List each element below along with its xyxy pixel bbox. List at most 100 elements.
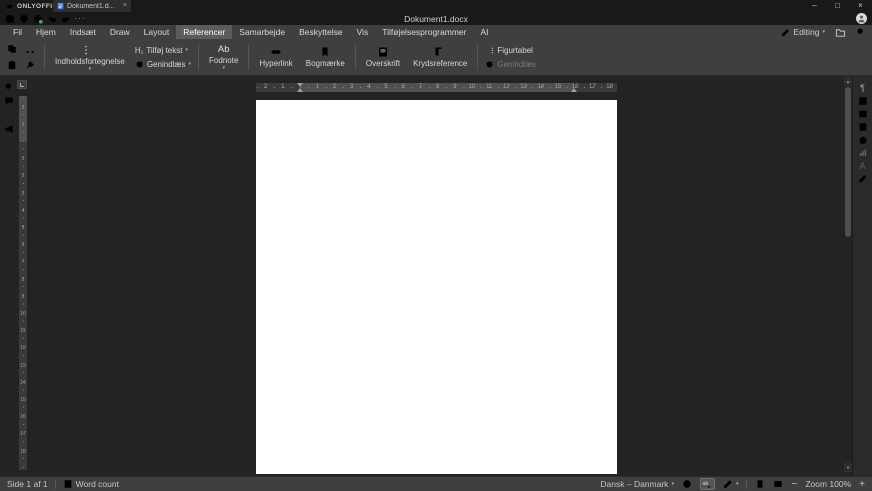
refresh-toc-label: Genindlæs [147, 60, 186, 69]
vertical-ruler[interactable]: 12123456789101112131415161718 [19, 96, 27, 470]
globe-icon [682, 479, 692, 489]
ribbon-separator [355, 44, 356, 70]
left-panel [0, 82, 17, 134]
table-settings-button[interactable] [855, 96, 871, 106]
editing-mode-button[interactable]: Editing ▾ [781, 27, 825, 37]
paste-button[interactable] [5, 58, 19, 72]
menu-tab-fil[interactable]: Fil [6, 25, 29, 39]
redo-button[interactable] [59, 12, 73, 25]
right-indent-marker[interactable] [571, 88, 577, 92]
headings-list-icon [4, 110, 14, 120]
refresh-toc-button[interactable]: Genindlæs ▾ [135, 60, 191, 69]
caption-button[interactable]: Overskrift [363, 45, 403, 69]
zoom-level[interactable]: Zoom 100% [805, 479, 851, 489]
print-button[interactable] [17, 12, 31, 25]
signature-settings-button[interactable] [855, 174, 871, 184]
text-art-settings-button[interactable]: A [855, 161, 871, 171]
document-page[interactable] [256, 100, 617, 474]
navigation-button[interactable] [0, 110, 17, 120]
paragraph-settings-button[interactable]: ¶ [855, 83, 871, 93]
scroll-up-button[interactable]: ▲ [844, 77, 852, 86]
quick-access-toolbar: Dokument1.docx ··· [0, 12, 872, 25]
zoom-in-button[interactable]: + [859, 479, 865, 490]
image-settings-button[interactable] [855, 109, 871, 119]
vertical-scrollbar[interactable]: ▲ ▼ [844, 76, 852, 476]
search-icon[interactable] [856, 27, 866, 37]
quick-print-button[interactable] [31, 12, 45, 25]
copy-button[interactable] [5, 42, 19, 56]
find-button[interactable] [0, 82, 17, 92]
ruler-number: 1 [19, 156, 27, 162]
menu-tab-vis[interactable]: Vis [350, 25, 376, 39]
comments-button[interactable] [0, 96, 17, 106]
menu-tab-tilfoejelsesprogrammer[interactable]: Tilføjelsesprogrammer [375, 25, 473, 39]
ruler-number: 3 [19, 191, 27, 197]
menu-tab-indsaet[interactable]: Indsæt [63, 25, 103, 39]
ruler-number: 9 [19, 294, 27, 300]
footnote-button[interactable]: Ab Fodnote ▾ [206, 43, 241, 71]
ruler-number: 14 [536, 83, 545, 92]
menu-tab-samarbejde[interactable]: Samarbejde [232, 25, 292, 39]
bookmark-button[interactable]: Bogmærke [303, 45, 348, 69]
user-avatar[interactable] [856, 13, 867, 24]
open-file-location-icon[interactable] [835, 27, 846, 38]
menu-tab-ai[interactable]: AI [473, 25, 495, 39]
spell-check-icon: ab [702, 479, 712, 489]
hyperlink-button[interactable]: Hyperlink [256, 45, 295, 69]
close-button[interactable]: × [849, 0, 872, 12]
language-selector[interactable]: Dansk – Danmark ▾ [600, 479, 674, 489]
editor-workspace: 12123456789101112131415161718 1212345678… [0, 76, 872, 476]
ruler-number: 12 [19, 345, 27, 351]
customize-toolbar-button[interactable]: ··· [73, 12, 87, 25]
tab-stop-selector[interactable] [17, 80, 27, 89]
ruler-number: 2 [19, 105, 27, 111]
shape-settings-button[interactable] [855, 135, 871, 145]
cross-reference-button[interactable]: Krydsreference [410, 45, 470, 69]
scroll-down-button[interactable]: ▼ [844, 463, 852, 472]
ruler-number: 13 [519, 83, 528, 92]
chart-settings-button[interactable] [855, 148, 871, 158]
add-text-button[interactable]: H₁ Tilføj tekst ▾ [135, 46, 191, 55]
scroll-up-icon: ▲ [846, 79, 850, 84]
hanging-indent-marker[interactable] [297, 88, 303, 92]
scrollbar-thumb[interactable] [845, 87, 851, 237]
ruler-number: 14 [19, 380, 27, 386]
fit-to-page-button[interactable] [755, 479, 765, 489]
refresh-figures-button[interactable]: Genindlæs [485, 60, 536, 69]
format-painter-button[interactable] [23, 58, 37, 72]
menu-tab-hjem[interactable]: Hjem [29, 25, 63, 39]
maximize-button[interactable]: □ [826, 0, 849, 12]
tab-close-icon[interactable]: × [123, 0, 127, 12]
header-footer-settings-button[interactable] [855, 122, 871, 132]
minimize-button[interactable]: – [803, 0, 826, 12]
track-changes-pen-icon [723, 479, 733, 489]
hyperlink-icon [270, 46, 282, 58]
menu-tab-beskyttelse[interactable]: Beskyttelse [292, 25, 349, 39]
menu-tab-layout[interactable]: Layout [137, 25, 177, 39]
word-count-label: Word count [76, 479, 119, 489]
word-count-button[interactable]: Word count [63, 479, 119, 489]
save-button[interactable] [3, 12, 17, 25]
pencil-icon [781, 28, 790, 37]
cut-button[interactable] [23, 42, 37, 56]
fit-to-width-button[interactable] [773, 479, 783, 489]
horizontal-ruler[interactable]: 12123456789101112131415161718 [256, 83, 617, 92]
first-line-indent-marker[interactable] [297, 83, 303, 87]
table-of-contents-button[interactable]: Indholdsfortegnelse ▾ [52, 43, 128, 72]
undo-button[interactable] [45, 12, 59, 25]
ruler-number: 2 [19, 173, 27, 179]
ruler-number: 7 [19, 259, 27, 265]
tab-stop-icon [20, 83, 24, 87]
document-language-button[interactable] [682, 479, 692, 489]
zoom-out-button[interactable]: − [791, 479, 797, 490]
table-of-contents-icon [84, 44, 96, 56]
spell-check-toggle[interactable]: ab [700, 478, 715, 490]
page-indicator[interactable]: Side 1 af 1 [7, 479, 48, 489]
document-tab[interactable]: Dokument1.d... × [53, 0, 131, 12]
feedback-button[interactable] [0, 124, 17, 134]
menu-tab-draw[interactable]: Draw [103, 25, 137, 39]
menu-tab-referencer[interactable]: Referencer [176, 25, 232, 39]
table-of-figures-button[interactable]: Figurtabel [485, 46, 536, 55]
chevron-down-icon: ▾ [189, 61, 192, 67]
track-changes-button[interactable]: ▾ [723, 479, 739, 489]
